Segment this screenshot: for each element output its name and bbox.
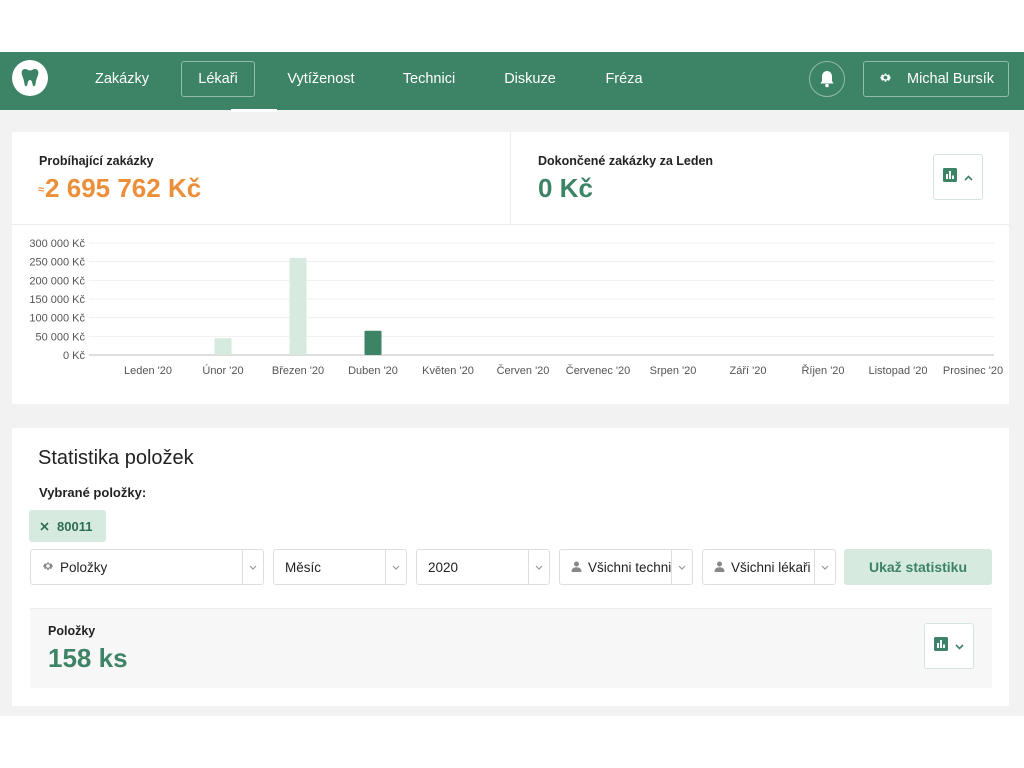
user-name: Michal Bursík xyxy=(907,71,995,87)
x-tick-label: Prosinec '20 xyxy=(943,365,1003,377)
chart-bar xyxy=(289,257,307,355)
chevron-down-icon xyxy=(671,550,692,584)
bar-chart-icon xyxy=(934,636,948,656)
finished-orders-value: 0 Kč xyxy=(538,173,593,203)
gear-icon xyxy=(879,71,892,88)
chevron-down-icon xyxy=(385,550,406,584)
chevron-up-icon xyxy=(964,168,973,186)
y-tick-label: 100 000 Kč xyxy=(29,313,85,325)
nav-technici[interactable]: Technici xyxy=(392,61,466,97)
chevron-down-icon xyxy=(814,550,835,584)
year-select-value: 2020 xyxy=(428,559,459,575)
technician-select-value: Všichni technici xyxy=(588,559,671,575)
nav-lekari[interactable]: Lékaři xyxy=(181,61,255,97)
nav-freza[interactable]: Fréza xyxy=(594,61,654,97)
top-margin xyxy=(0,0,1024,52)
section-title: Statistika položek xyxy=(38,447,194,469)
show-statistics-button[interactable]: Ukaž statistiku xyxy=(844,549,992,585)
nav-zakazky[interactable]: Zakázky xyxy=(82,61,162,97)
chart-collapse-toggle[interactable] xyxy=(933,154,983,200)
notifications-bell-icon[interactable] xyxy=(809,61,845,97)
chevron-down-icon xyxy=(242,550,263,584)
y-tick-label: 200 000 Kč xyxy=(29,275,85,287)
items-summary: Položky 158 ks xyxy=(30,608,992,688)
bar-chart-icon xyxy=(943,167,957,187)
running-orders-amount: 2 695 762 Kč xyxy=(45,173,202,203)
x-tick-label: Leden '20 xyxy=(124,365,172,377)
technician-select[interactable]: Všichni technici xyxy=(559,549,693,585)
chart-bar xyxy=(364,330,382,355)
chevron-down-icon xyxy=(955,637,964,655)
user-settings-button[interactable]: Michal Bursík xyxy=(863,61,1009,97)
x-tick-label: Září '20 xyxy=(730,365,767,377)
gear-icon xyxy=(42,560,54,575)
items-chart-toggle[interactable] xyxy=(924,623,974,669)
x-tick-label: Srpen '20 xyxy=(650,365,697,377)
x-tick-label: Říjen '20 xyxy=(801,364,844,377)
chevron-down-icon xyxy=(528,550,549,584)
top-navbar: Zakázky Lékaři Vytíženost Technici Disku… xyxy=(0,52,1024,112)
doctor-select[interactable]: Všichni lékaři xyxy=(702,549,836,585)
doctor-select-value: Všichni lékaři xyxy=(731,559,811,575)
y-tick-label: 300 000 Kč xyxy=(29,238,85,250)
period-select-value: Měsíc xyxy=(285,559,322,575)
category-select-value: Položky xyxy=(60,559,108,575)
y-tick-label: 50 000 Kč xyxy=(35,331,85,343)
tooth-logo-icon[interactable] xyxy=(12,60,48,96)
selected-item-chip[interactable]: 80011 xyxy=(29,510,107,542)
finished-orders-label: Dokončené zakázky za Leden xyxy=(538,154,714,168)
user-icon xyxy=(714,560,725,575)
item-statistics-card: Statistika položek Vybrané položky: 8001… xyxy=(12,428,1009,706)
x-tick-label: Červenec '20 xyxy=(566,364,630,377)
category-select[interactable]: Položky xyxy=(30,549,264,585)
nav-diskuze[interactable]: Diskuze xyxy=(494,61,566,97)
y-tick-label: 0 Kč xyxy=(63,350,86,362)
x-tick-label: Duben '20 xyxy=(348,365,398,377)
running-orders-value: ≈2 695 762 Kč xyxy=(38,173,201,204)
chart-bar xyxy=(214,338,232,355)
revenue-card: Probíhající zakázky ≈2 695 762 Kč Dokonč… xyxy=(12,132,1009,404)
approx-sign: ≈ xyxy=(38,184,45,197)
close-icon[interactable] xyxy=(40,519,49,534)
stats-divider xyxy=(510,132,511,224)
active-nav-indicator xyxy=(231,109,277,112)
monthly-revenue-chart: 0 Kč 50 000 Kč 100 000 Kč 150 000 Kč 200 000… xyxy=(29,238,1003,377)
period-select[interactable]: Měsíc xyxy=(273,549,407,585)
items-summary-value: 158 ks xyxy=(48,643,128,673)
x-tick-label: Květen '20 xyxy=(422,365,474,377)
selected-items-label: Vybrané položky: xyxy=(39,485,147,500)
nav-vytizenost[interactable]: Vytíženost xyxy=(277,61,365,97)
items-summary-label: Položky xyxy=(48,624,96,638)
x-tick-label: Březen '20 xyxy=(272,365,324,377)
user-icon xyxy=(571,560,582,575)
chip-label: 80011 xyxy=(57,518,93,534)
x-tick-label: Listopad '20 xyxy=(869,365,928,377)
year-select[interactable]: 2020 xyxy=(416,549,550,585)
y-tick-label: 150 000 Kč xyxy=(29,294,85,306)
x-tick-label: Únor '20 xyxy=(202,364,243,377)
running-orders-label: Probíhající zakázky xyxy=(39,154,154,168)
bottom-margin xyxy=(0,716,1024,768)
y-tick-label: 250 000 Kč xyxy=(29,257,85,269)
x-tick-label: Červen '20 xyxy=(497,364,550,377)
